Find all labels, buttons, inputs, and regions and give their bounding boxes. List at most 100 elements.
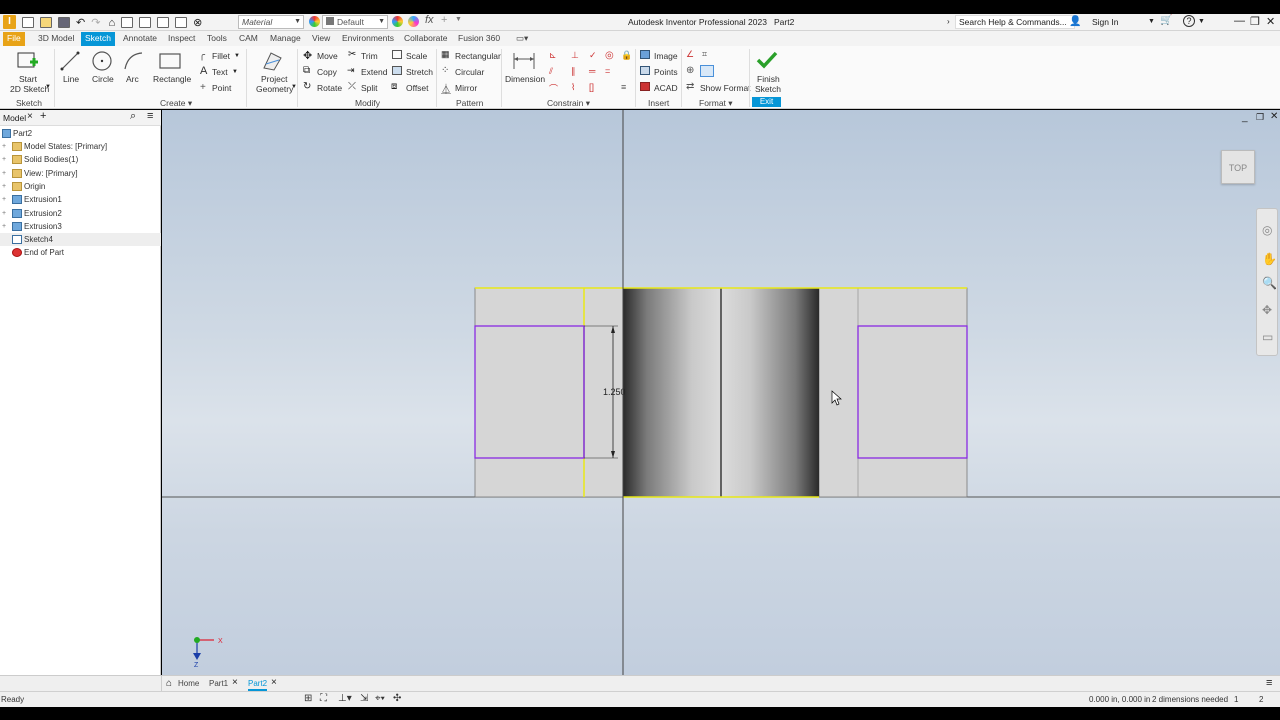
trim-label[interactable]: Trim [361,51,378,61]
offset-icon[interactable]: ⧈ [391,81,397,92]
start-sketch-label-2[interactable]: 2D Sketch [10,84,49,94]
horizontal-constraint-icon[interactable]: ═ [589,66,595,76]
line-icon[interactable] [59,50,81,72]
tab-file[interactable]: File [3,32,25,46]
scale-icon[interactable] [392,50,402,59]
tangent-constraint-icon[interactable]: ✓ [589,50,597,61]
pan-hand-icon[interactable]: ✋ [1262,252,1277,266]
expand-icon[interactable]: + [2,167,6,180]
sketch-canvas[interactable]: 1.250 X Z [162,110,1280,675]
rectangular-pattern-icon[interactable]: ▦ [441,49,450,60]
constraint-inference-icon[interactable]: ⊥▾ [338,693,352,704]
tab-annotate[interactable]: Annotate [119,32,161,46]
rectangle-icon[interactable] [158,52,182,70]
concentric-constraint-icon[interactable]: ◎ [605,50,614,61]
viewport-close-icon[interactable]: ✕ [1270,111,1278,122]
show-all-degrees-icon[interactable]: ✣ [393,693,401,704]
acad-label[interactable]: ACAD [654,83,678,93]
copy-label[interactable]: Copy [317,67,337,77]
project-geometry-label[interactable]: Project [261,74,287,84]
material-select[interactable]: Material ▼ [238,15,304,29]
add-icon[interactable]: + [441,14,447,26]
sign-in-dropdown-icon[interactable]: ▼ [1148,18,1155,25]
acad-icon[interactable] [640,82,650,91]
trim-icon[interactable]: ✂ [348,49,356,60]
tab-collaborate[interactable]: Collaborate [400,32,451,46]
tree-item[interactable]: + Extrusion2 [0,207,161,220]
zoom-icon[interactable]: 🔍 [1262,276,1277,290]
driven-dimension-icon[interactable] [700,65,714,77]
stretch-label[interactable]: Stretch [406,67,433,77]
image-icon[interactable] [640,50,650,59]
viewport-minimize-icon[interactable]: _ [1242,112,1248,123]
sign-in-link[interactable]: Sign In [1092,17,1118,27]
open-file-icon[interactable] [40,17,52,28]
extend-icon[interactable]: ⇥ [347,65,355,76]
project-geometry-label-2[interactable]: Geometry [256,84,293,94]
no-material-icon[interactable]: ⊗ [193,16,202,29]
appearance-select[interactable]: Default ▼ [322,15,388,29]
show-constraints-icon[interactable]: ≡ [621,82,626,92]
steering-wheel-icon[interactable]: ◎ [1262,223,1272,237]
restore-icon[interactable]: ❐ [1250,15,1260,28]
offset-label[interactable]: Offset [406,83,429,93]
minimize-icon[interactable]: — [1234,15,1245,27]
start-2d-sketch-icon[interactable] [16,50,40,72]
doc-tab-part1[interactable]: Part1 [209,677,228,691]
add-browser-icon[interactable]: + [40,110,46,122]
symmetric-constraint-icon[interactable]: [] [589,82,594,92]
customize-arrow-icon[interactable]: ▼ [455,16,462,23]
close-tab-icon[interactable]: × [232,677,238,688]
perpendicular-constraint-icon[interactable]: ⊥ [571,50,579,61]
menu-icon[interactable]: ≡ [147,110,153,122]
tree-item[interactable]: + Model States: [Primary] [0,140,161,153]
expand-icon[interactable]: + [2,180,6,193]
show-format-icon[interactable]: ⇄ [686,81,694,92]
snap-icon[interactable]: ⛶ [320,693,327,704]
text-label[interactable]: Text [212,67,228,77]
tree-item[interactable]: + Extrusion1 [0,193,161,206]
grid-snap-icon[interactable]: ⊞ [304,693,312,704]
circular-label[interactable]: Circular [455,67,484,77]
start-sketch-label[interactable]: Start [19,74,37,84]
tree-item[interactable]: + Solid Bodies(1) [0,153,161,166]
tree-item[interactable]: + Origin [0,180,161,193]
doc-tab-part2[interactable]: Part2 [248,677,268,691]
finish-sketch-label[interactable]: Finish [757,74,780,84]
tab-view[interactable]: View [308,32,334,46]
rotate-label[interactable]: Rotate [317,83,342,93]
point-label[interactable]: Point [212,83,231,93]
fx-parameters-icon[interactable]: fx [425,14,434,26]
viewcube[interactable]: TOP [1221,150,1255,184]
centerline-icon[interactable]: ⌗ [702,49,707,60]
tree-item[interactable]: Sketch4 [0,233,161,247]
line-label[interactable]: Line [63,74,79,84]
dimension-value[interactable]: 1.250 [603,387,626,397]
tab-sketch[interactable]: Sketch [81,32,115,46]
stretch-icon[interactable] [392,66,402,75]
circle-icon[interactable] [91,50,113,72]
arc-label[interactable]: Arc [126,74,139,84]
chevron-down-icon[interactable]: ▼ [234,53,240,59]
graphics-viewport[interactable]: 1.250 X Z _ ❐ ✕ TOP ◎ ✋ 🔍 ✥ ▭ [162,110,1280,675]
undo-icon[interactable]: ↶ [76,16,85,29]
circular-pattern-icon[interactable]: ⁘ [441,65,449,76]
tree-item[interactable]: + View: [Primary] [0,167,161,180]
viewport-restore-icon[interactable]: ❐ [1256,112,1264,123]
tab-fusion-360[interactable]: Fusion 360 [454,32,504,46]
parallel-constraint-icon[interactable]: ∥ [571,66,576,77]
help-search-input[interactable]: Search Help & Commands... [955,15,1075,29]
split-label[interactable]: Split [361,83,378,93]
expand-icon[interactable]: + [2,153,6,166]
tab-menu-icon[interactable]: ≡ [1266,677,1272,689]
rectangular-label[interactable]: Rectangular [455,51,501,61]
circle-label[interactable]: Circle [92,74,114,84]
orbit-icon[interactable]: ✥ [1262,303,1272,317]
update-icon[interactable] [175,17,188,28]
projects-icon[interactable] [121,17,134,28]
expand-icon[interactable]: + [2,140,6,153]
equal-constraint-icon[interactable]: = [605,66,610,76]
browser-tab-model[interactable]: Model [3,113,26,123]
select-filter-icon[interactable] [157,17,170,28]
chevron-down-icon[interactable]: ▼ [45,84,51,90]
